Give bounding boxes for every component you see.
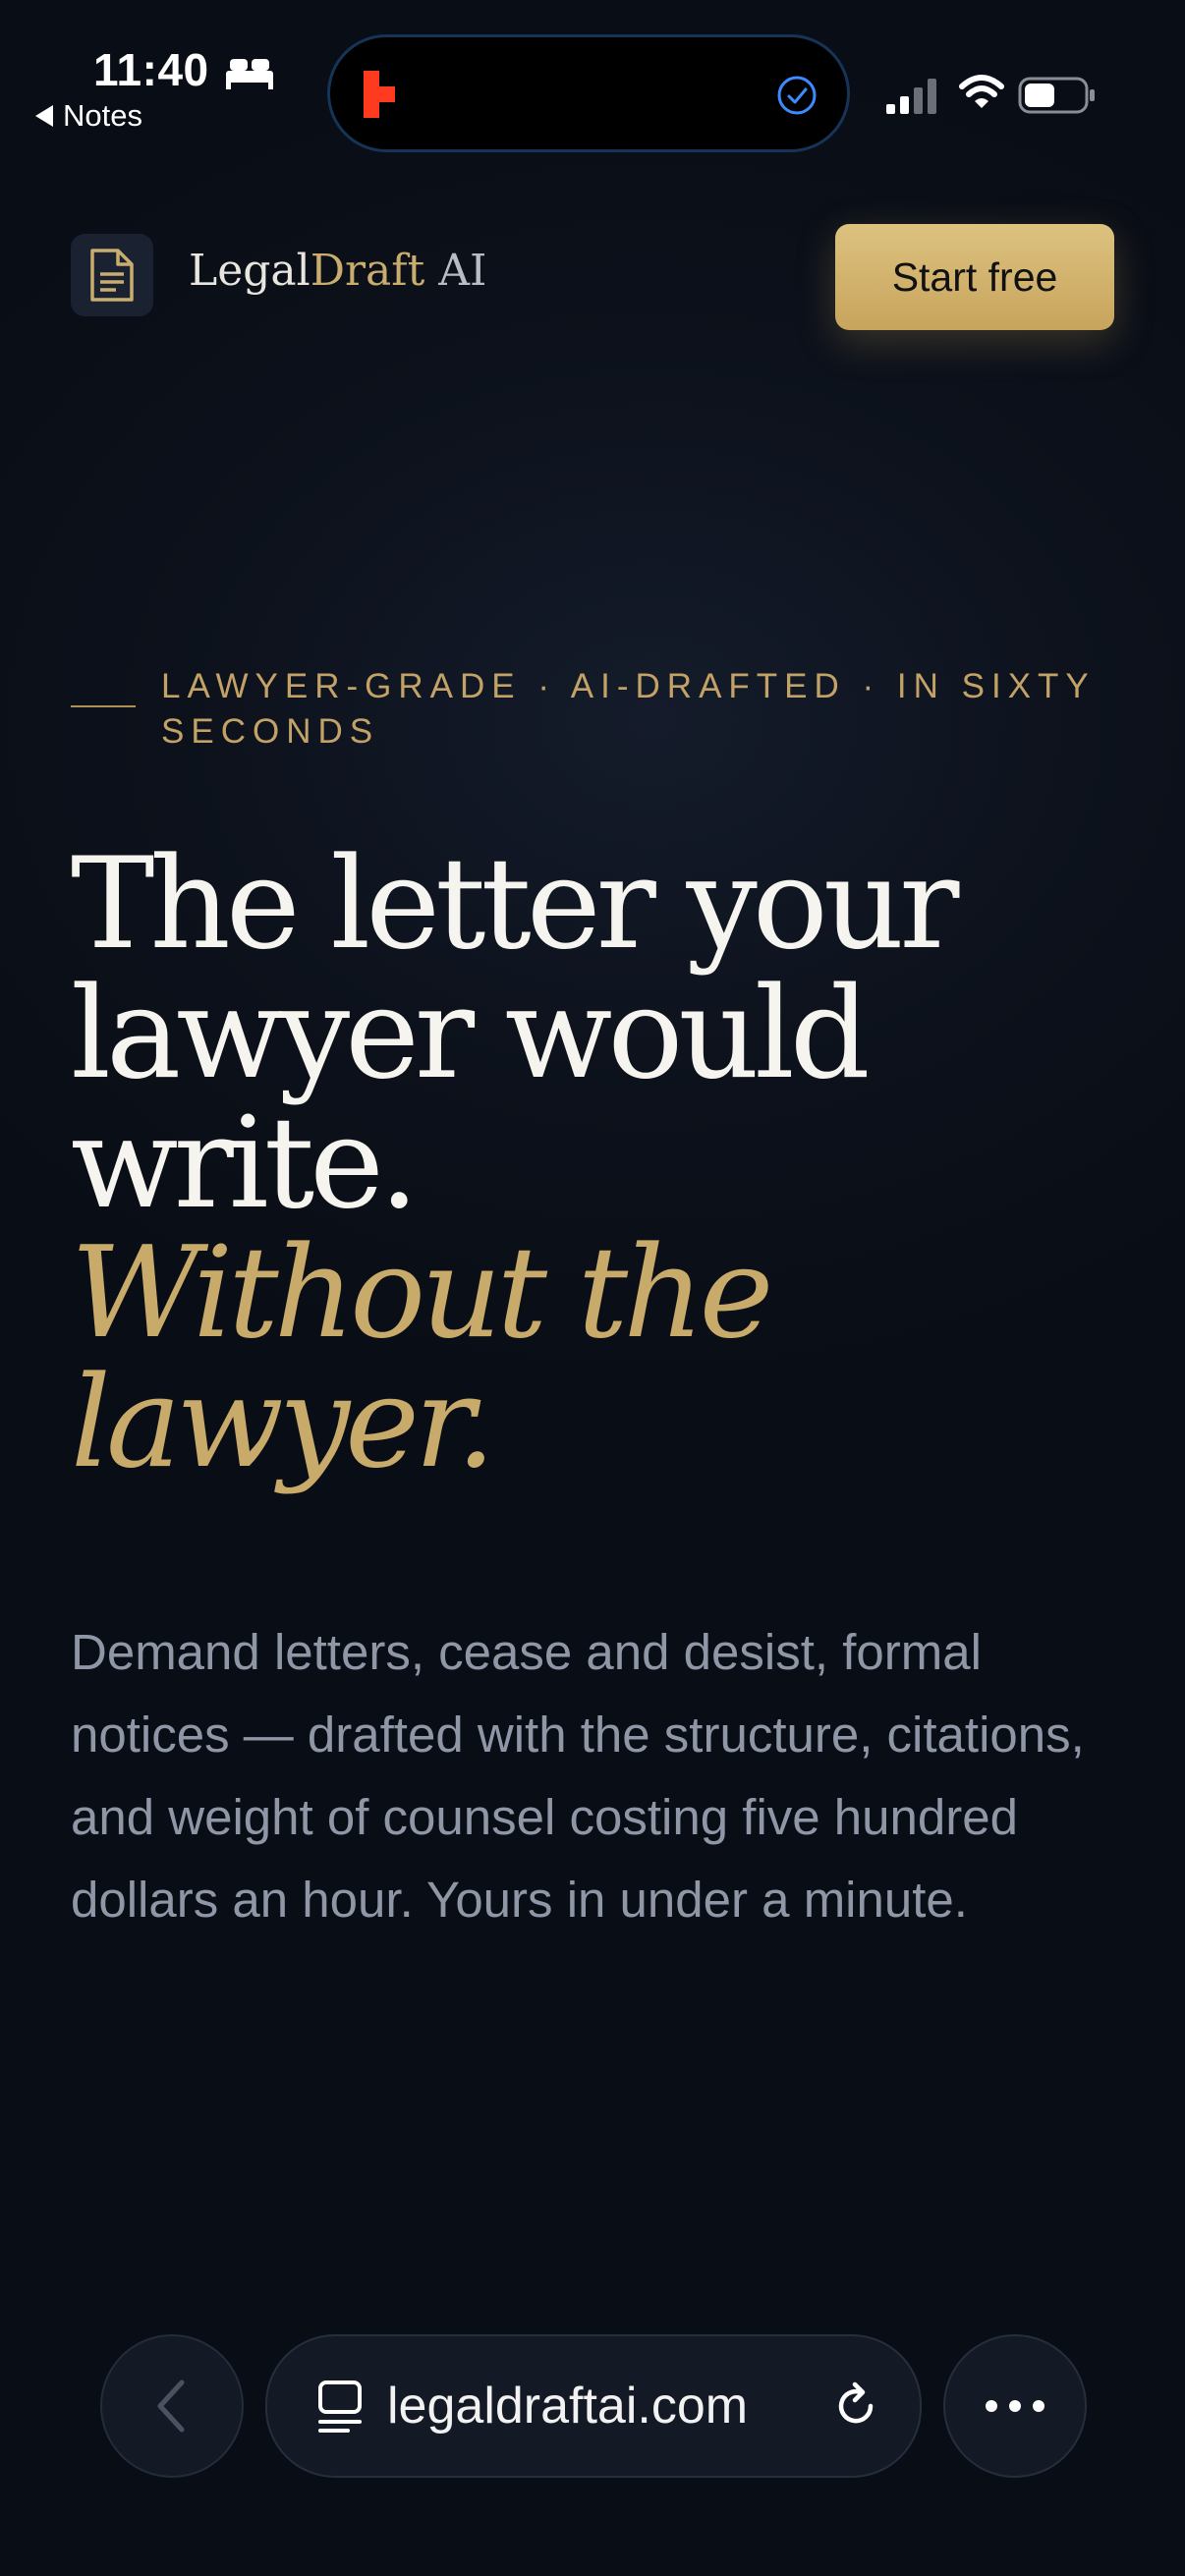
more-options-button[interactable]	[943, 2334, 1087, 2478]
status-time: 11:40	[93, 44, 209, 95]
chevron-left-icon	[157, 2380, 185, 2433]
more-icon	[986, 2400, 1044, 2412]
start-free-button[interactable]: Start free	[835, 224, 1114, 330]
headline-italic-line: Without the	[71, 1220, 773, 1367]
bed-icon	[226, 59, 273, 89]
reload-icon[interactable]	[831, 2380, 882, 2432]
dynamic-island[interactable]	[330, 37, 847, 149]
brand-part-draft: Draft	[310, 246, 425, 296]
hero-description: Demand letters, cease and desist, formal…	[71, 1624, 1085, 1928]
eyebrow-divider	[71, 705, 136, 707]
headline-line: write.	[71, 1091, 420, 1237]
logo[interactable]	[71, 234, 153, 316]
headline-line: lawyer would	[71, 961, 871, 1107]
battery-icon	[1018, 77, 1095, 114]
browser-back-button[interactable]	[100, 2334, 244, 2478]
back-to-notes-link[interactable]: Notes	[35, 98, 142, 134]
signal-icon	[886, 79, 936, 114]
hero-headline: The letter your lawyer would write. With…	[71, 840, 1152, 1488]
eyebrow-tagline: LAWYER-GRADE · AI-DRAFTED · IN SIXTY SEC…	[161, 667, 1096, 751]
brand-part-legal: Legal	[189, 246, 310, 296]
url-text: legaldraftai.com	[387, 2378, 749, 2435]
check-circle-icon	[777, 76, 817, 115]
brand-name[interactable]: LegalDraft AI	[189, 246, 486, 296]
headline-line: The letter your	[71, 831, 959, 978]
tabs-icon	[318, 2380, 362, 2433]
address-bar[interactable]: legaldraftai.com	[265, 2334, 922, 2478]
document-icon	[90, 249, 134, 302]
back-arrow-icon	[35, 105, 53, 127]
wifi-icon	[959, 75, 1004, 108]
headline-italic-line: lawyer.	[71, 1350, 496, 1496]
brand-part-ai: AI	[424, 246, 487, 296]
back-to-notes-label: Notes	[63, 98, 142, 133]
app-icon	[364, 71, 395, 118]
